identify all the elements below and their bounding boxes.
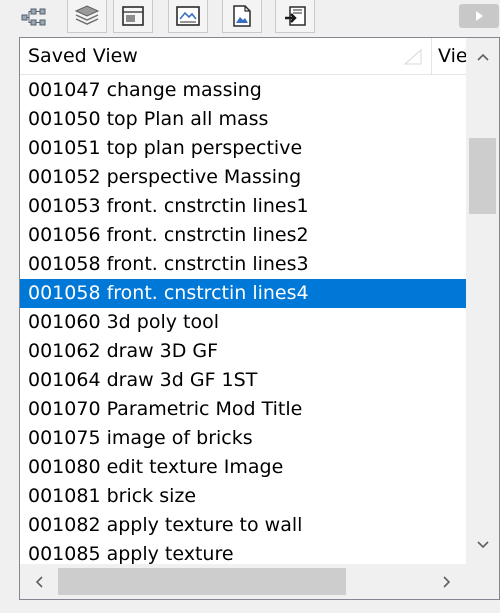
list-item[interactable]: 001052 perspective Massing: [20, 163, 466, 192]
list-item[interactable]: 001051 top plan perspective: [20, 134, 466, 163]
horizontal-scrollbar[interactable]: [20, 564, 499, 599]
scroll-down-button[interactable]: [466, 526, 499, 564]
list-item[interactable]: 001047 change massing: [20, 76, 466, 105]
list-item[interactable]: 001062 draw 3D GF: [20, 337, 466, 366]
hierarchy-view-icon: [21, 8, 46, 25]
list-item[interactable]: 001075 image of bricks: [20, 424, 466, 453]
chevron-left-icon: [35, 575, 43, 588]
scrollbar-corner: [466, 564, 499, 599]
list-item[interactable]: 001082 apply texture to wall: [20, 511, 466, 540]
scroll-right-button[interactable]: [428, 564, 466, 599]
list-rows: 001047 change massing 001050 top Plan all…: [20, 76, 466, 569]
list-item[interactable]: 001058 front. cnstrctin lines4: [20, 279, 466, 308]
document-view-button[interactable]: [222, 0, 262, 33]
play-right-icon: [476, 11, 483, 21]
list-item[interactable]: 001080 edit texture Image: [20, 453, 466, 482]
publish-export-button[interactable]: [275, 0, 315, 33]
list-item[interactable]: 001081 brick size: [20, 482, 466, 511]
column-header-label: Saved View: [28, 45, 138, 67]
list-item[interactable]: 001058 front. cnstrctin lines3: [20, 250, 466, 279]
layers-icon: [74, 5, 100, 25]
document-view-icon: [233, 5, 251, 27]
vertical-scroll-thumb[interactable]: [469, 138, 496, 214]
column-header-view[interactable]: View: [432, 38, 468, 74]
chevron-up-icon: [476, 53, 489, 61]
publish-export-icon: [285, 6, 306, 26]
column-header-label: View: [438, 45, 468, 67]
hierarchy-view-button[interactable]: [14, 0, 54, 33]
toolbar: [0, 0, 500, 37]
scroll-left-button[interactable]: [20, 564, 58, 599]
chevron-down-icon: [476, 541, 489, 549]
layout-view-button[interactable]: [113, 0, 153, 33]
list-item[interactable]: 001053 front. cnstrctin lines1: [20, 192, 466, 221]
chevron-right-icon: [443, 575, 451, 588]
list-item[interactable]: 001070 Parametric Mod Title: [20, 395, 466, 424]
elevation-view-icon: [176, 6, 200, 26]
scroll-up-button[interactable]: [466, 38, 499, 76]
list-item[interactable]: 001060 3d poly tool: [20, 308, 466, 337]
column-header-saved-view[interactable]: Saved View: [20, 38, 432, 74]
list-item[interactable]: 001050 top Plan all mass: [20, 105, 466, 134]
vertical-scrollbar[interactable]: [466, 38, 499, 564]
saved-views-list: Saved View View 001047 change massing001…: [19, 37, 500, 600]
horizontal-scroll-thumb[interactable]: [58, 568, 346, 595]
list-item[interactable]: 001064 draw 3d GF 1ST: [20, 366, 466, 395]
toolbar-right-button[interactable]: [459, 4, 499, 28]
layers-button[interactable]: [67, 0, 107, 33]
list-header: Saved View View: [20, 38, 499, 75]
sort-indicator-icon: [403, 48, 422, 65]
list-item[interactable]: 001056 front. cnstrctin lines2: [20, 221, 466, 250]
elevation-view-button[interactable]: [168, 0, 208, 33]
layout-view-icon: [122, 6, 144, 26]
